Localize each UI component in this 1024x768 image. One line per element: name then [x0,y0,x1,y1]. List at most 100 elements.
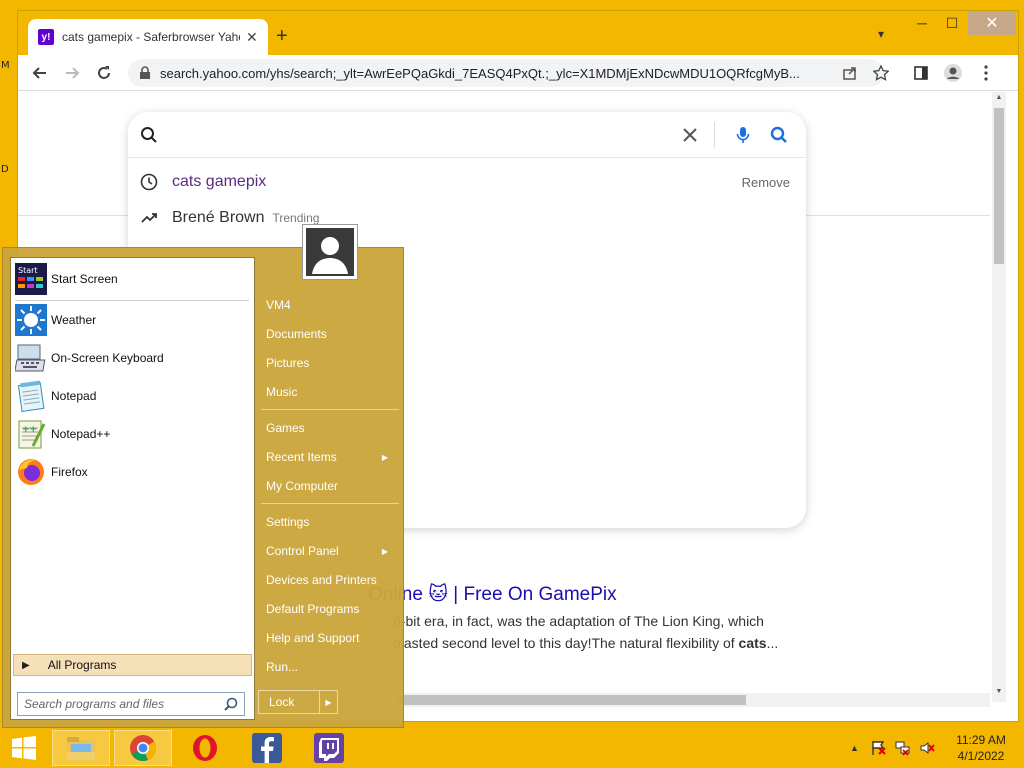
shutdown-options-arrow-icon[interactable]: ▶ [319,691,337,713]
lock-button[interactable]: Lock ▶ [258,690,338,714]
clear-search-icon[interactable] [679,124,701,146]
start-screen-icon: Start [15,263,47,295]
scroll-thumb[interactable] [398,695,746,705]
start-right-help-support[interactable]: Help and Support [266,627,396,649]
search-submit-icon[interactable] [768,124,790,146]
clock-time: 11:29 AM [956,733,1006,747]
tab-close-icon[interactable]: ✕ [246,29,258,46]
svg-text:Start: Start [18,266,38,275]
desktop-icon-label: D [1,164,9,175]
all-programs-button[interactable]: ▶ All Programs [13,654,252,676]
search-input[interactable] [172,122,672,148]
result-snippet: 6-bit era, in fact, was the adaptation o… [393,610,793,654]
share-icon[interactable] [838,61,862,85]
address-bar[interactable]: search.yahoo.com/yhs/search;_ylt=AwrEePQ… [128,59,884,87]
system-tray: ▲ [850,728,935,768]
start-search-input[interactable]: Search programs and files [17,692,245,716]
facebook-icon [252,733,282,763]
start-menu: Start Start Screen Weather On-Screen Key… [2,224,404,728]
taskbar-facebook[interactable] [238,730,296,766]
start-right-documents[interactable]: Documents [266,323,396,345]
action-center-flag-icon[interactable] [871,740,887,756]
menu-separator [261,409,399,410]
close-window-button[interactable]: ✕ [968,11,1016,35]
taskbar-file-explorer[interactable] [52,730,110,766]
history-clock-icon [140,173,158,191]
network-icon[interactable] [895,740,911,756]
start-right-pictures[interactable]: Pictures [266,352,396,374]
minimize-button[interactable]: ─ [908,11,936,35]
suggestion-item[interactable]: cats gamepix Remove [128,164,806,200]
start-right-settings[interactable]: Settings [266,511,396,533]
start-item-notepad[interactable]: Notepad [15,379,249,413]
tab-strip: y! cats gamepix - Saferbrowser Yahoo Sea… [18,11,1018,55]
start-item-label: Notepad [51,389,97,403]
start-item-notepadpp[interactable]: ++ Notepad++ [15,417,249,451]
user-picture[interactable] [302,224,358,280]
start-item-firefox[interactable]: Firefox [15,455,249,489]
firefox-icon [15,456,47,488]
suggestion-item[interactable]: Brené Brown Trending [128,200,806,236]
scroll-up-icon[interactable]: ▲ [992,94,1006,106]
result-title-link[interactable]: Online 🐱 | Free On GamePix [368,583,617,606]
back-arrow-icon[interactable] [28,61,52,85]
taskbar: ▲ 11:29 AM 4/1/2022 [0,728,1024,768]
side-panel-icon[interactable] [909,61,933,85]
browser-toolbar: search.yahoo.com/yhs/search;_ylt=AwrEePQ… [18,55,1018,91]
start-right-devices-printers[interactable]: Devices and Printers [266,569,396,591]
volume-muted-icon[interactable] [919,740,935,756]
bookmark-star-icon[interactable] [869,61,893,85]
svg-text:++: ++ [22,425,37,435]
start-item-start-screen[interactable]: Start Start Screen [15,262,249,296]
start-item-label: On-Screen Keyboard [51,351,164,365]
lock-icon [140,66,150,79]
desktop-icon-label: M [1,60,10,71]
start-item-label: Weather [51,313,97,327]
suggestion-text: Brené Brown Trending [172,209,320,226]
url-text: search.yahoo.com/yhs/search;_ylt=AwrEePQ… [160,65,800,81]
notepad-icon [15,380,47,412]
search-icon[interactable] [224,697,238,711]
start-right-vm4[interactable]: VM4 [266,294,396,316]
maximize-button[interactable]: ☐ [938,11,966,35]
remove-suggestion-link[interactable]: Remove [742,175,790,190]
snippet-line: 6-bit era, in fact, was the adaptation o… [393,613,764,629]
tab-title: cats gamepix - Saferbrowser Yahoo Search… [62,30,240,44]
menu-separator [15,300,249,301]
taskbar-chrome[interactable] [114,730,172,766]
browser-tab[interactable]: y! cats gamepix - Saferbrowser Yahoo Sea… [28,19,268,55]
start-item-label: Firefox [51,465,88,479]
reload-icon[interactable] [92,61,116,85]
start-right-my-computer[interactable]: My Computer [266,475,396,497]
search-bar [128,112,806,158]
snippet-line: blasted second level to this day!The nat… [393,635,779,651]
taskbar-twitch[interactable] [300,730,358,766]
scroll-down-icon[interactable]: ▼ [992,688,1006,700]
start-right-recent-items[interactable]: Recent Items ▶ [266,446,396,468]
taskbar-clock[interactable]: 11:29 AM 4/1/2022 [946,732,1016,764]
start-item-label: Notepad++ [51,427,111,441]
start-button[interactable] [0,730,48,766]
start-right-control-panel[interactable]: Control Panel ▶ [266,540,396,562]
start-right-music[interactable]: Music [266,381,396,403]
show-hidden-icons-chevron-icon[interactable]: ▲ [850,743,859,753]
menu-kebab-icon[interactable] [974,61,998,85]
search-placeholder: Search programs and files [24,697,165,711]
start-item-on-screen-keyboard[interactable]: On-Screen Keyboard [15,341,249,375]
profile-avatar-icon[interactable] [941,61,965,85]
vertical-scrollbar[interactable]: ▲ ▼ [992,92,1006,702]
user-silhouette-icon [312,237,348,274]
microphone-icon[interactable] [732,124,754,146]
taskbar-opera[interactable] [176,730,234,766]
chrome-icon [130,735,157,762]
start-right-default-programs[interactable]: Default Programs [266,598,396,620]
forward-arrow-icon[interactable] [60,61,84,85]
yahoo-favicon-icon: y! [38,29,54,45]
tab-search-chevron-icon[interactable]: ▾ [878,27,884,41]
start-right-games[interactable]: Games [266,417,396,439]
start-right-run[interactable]: Run... [266,656,396,678]
start-item-label: Start Screen [51,272,118,286]
start-item-weather[interactable]: Weather [15,303,249,337]
new-tab-button[interactable]: + [276,25,288,48]
scroll-thumb[interactable] [994,108,1004,264]
